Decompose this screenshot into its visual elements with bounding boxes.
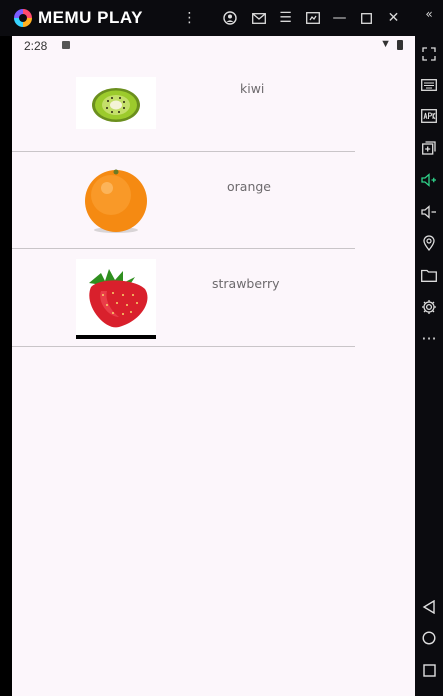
more-icon[interactable]: ···	[415, 324, 443, 352]
add-window-icon[interactable]	[415, 134, 443, 162]
recents-icon[interactable]	[415, 656, 443, 684]
maximize-icon[interactable]	[353, 0, 380, 36]
fullscreen-icon[interactable]	[415, 40, 443, 68]
apk-icon[interactable]	[415, 102, 443, 130]
location-icon[interactable]	[415, 229, 443, 257]
phone-screen: 2:28 ▼ kiwi orange strawberry	[12, 36, 415, 696]
screen-icon[interactable]	[299, 0, 326, 36]
list-item-strawberry[interactable]: strawberry	[12, 249, 355, 347]
memu-brand-text: MEMU PLAY	[38, 8, 143, 27]
notification-icon	[62, 41, 70, 49]
battery-icon	[397, 40, 403, 50]
home-icon[interactable]	[415, 624, 443, 652]
emulator-title-bar: MEMU PLAY ⋮ ☰ — ✕	[0, 0, 443, 36]
memu-logo-icon	[14, 9, 32, 27]
more-vert-icon[interactable]: ⋮	[176, 0, 203, 36]
kiwi-label: kiwi	[240, 81, 265, 96]
minimize-icon[interactable]: —	[326, 0, 353, 36]
back-icon[interactable]	[415, 593, 443, 621]
list-item-orange[interactable]: orange	[12, 152, 355, 249]
collapse-icon[interactable]: «	[415, 0, 443, 28]
strawberry-image	[76, 259, 156, 339]
image-caption-bar	[76, 335, 156, 339]
strawberry-label: strawberry	[212, 276, 280, 291]
keyboard-icon[interactable]	[415, 71, 443, 99]
volume-down-icon[interactable]	[415, 198, 443, 226]
wifi-icon: ▼	[380, 38, 391, 50]
orange-image	[76, 165, 156, 237]
settings-icon[interactable]	[415, 293, 443, 321]
close-icon[interactable]: ✕	[380, 0, 407, 36]
user-icon[interactable]	[215, 0, 245, 36]
menu-icon[interactable]: ☰	[272, 0, 299, 36]
status-time: 2:28	[24, 39, 48, 53]
memu-logo: MEMU PLAY	[14, 8, 143, 28]
kiwi-image	[76, 77, 156, 129]
folder-icon[interactable]	[415, 261, 443, 289]
orange-label: orange	[227, 179, 271, 194]
fruit-list: kiwi orange strawberry	[12, 56, 415, 347]
volume-up-icon[interactable]	[415, 166, 443, 194]
status-bar: 2:28 ▼	[12, 36, 415, 56]
mail-icon[interactable]	[245, 0, 272, 36]
list-item-kiwi[interactable]: kiwi	[12, 56, 355, 152]
